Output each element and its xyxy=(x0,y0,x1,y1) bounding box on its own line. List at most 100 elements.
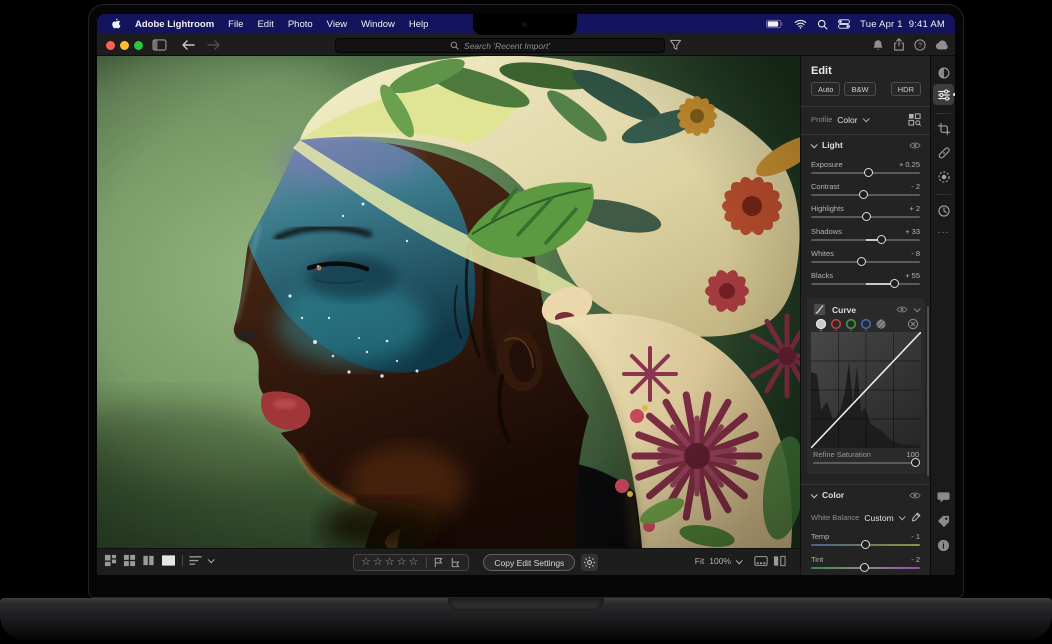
square-grid-view-icon[interactable] xyxy=(123,554,136,567)
slider-knob[interactable] xyxy=(857,257,866,266)
camera-dot xyxy=(522,22,527,27)
menu-help[interactable]: Help xyxy=(409,19,429,30)
auto-button[interactable]: Auto xyxy=(811,82,840,96)
crop-tool-button[interactable] xyxy=(935,120,952,137)
curve-grid[interactable] xyxy=(811,332,921,448)
menu-edit[interactable]: Edit xyxy=(257,19,273,30)
reject-flag-icon[interactable] xyxy=(450,557,461,568)
profile-value[interactable]: Color xyxy=(837,115,857,125)
profile-chevron-icon[interactable] xyxy=(862,115,869,122)
slider-knob[interactable] xyxy=(861,540,870,549)
minimize-button[interactable] xyxy=(120,41,129,50)
filmstrip-toggle-icon[interactable] xyxy=(754,555,768,567)
slider-knob[interactable] xyxy=(864,168,873,177)
masking-tool-button[interactable] xyxy=(935,168,952,185)
sidebar-toggle-icon[interactable] xyxy=(152,39,167,51)
star-rating[interactable]: ☆☆☆☆☆ xyxy=(361,557,420,568)
slider-track[interactable] xyxy=(811,261,920,263)
help-icon[interactable]: ? xyxy=(914,39,926,51)
back-arrow-icon[interactable] xyxy=(181,39,195,51)
healing-tool-button[interactable] xyxy=(935,144,952,161)
menu-date[interactable]: Tue Apr 1 xyxy=(860,19,903,30)
sort-icon[interactable] xyxy=(189,555,202,566)
light-section-header[interactable]: Light xyxy=(811,140,921,150)
comments-button[interactable] xyxy=(935,489,952,506)
exposure-slider: Exposure + 0.25 xyxy=(811,160,920,182)
menu-file[interactable]: File xyxy=(228,19,243,30)
slider-track[interactable] xyxy=(811,216,920,218)
apple-menu[interactable] xyxy=(110,18,121,31)
slider-track[interactable] xyxy=(811,239,920,241)
copy-edit-settings-button[interactable]: Copy Edit Settings xyxy=(483,554,575,571)
slider-track[interactable] xyxy=(811,172,920,174)
curve-visibility-eye-icon[interactable] xyxy=(896,305,908,314)
menu-window[interactable]: Window xyxy=(361,19,395,30)
color-visibility-eye-icon[interactable] xyxy=(909,491,921,500)
control-center-icon[interactable] xyxy=(838,19,850,29)
slider-knob[interactable] xyxy=(877,235,886,244)
more-tools-button[interactable]: ··· xyxy=(935,224,952,241)
light-section-title: Light xyxy=(822,140,843,150)
curve-collapse-chevron-icon[interactable] xyxy=(914,305,921,312)
info-button[interactable]: i xyxy=(935,537,952,554)
menu-app-name[interactable]: Adobe Lightroom xyxy=(135,19,214,30)
filter-icon[interactable] xyxy=(669,39,682,51)
curve-channel-selector[interactable] xyxy=(813,318,919,331)
menu-photo[interactable]: Photo xyxy=(288,19,313,30)
menu-time[interactable]: 9:41 AM xyxy=(909,19,945,30)
slider-track[interactable] xyxy=(811,567,920,569)
presets-button[interactable] xyxy=(935,64,952,81)
settings-gear-button[interactable] xyxy=(581,554,598,571)
profile-label: Profile xyxy=(811,115,832,124)
white-balance-chevron-icon[interactable] xyxy=(898,513,905,520)
slider-knob[interactable] xyxy=(862,212,871,221)
laptop-base xyxy=(0,598,1052,640)
photo-grid-view-icon[interactable] xyxy=(104,554,117,567)
hdr-button[interactable]: HDR xyxy=(891,82,921,96)
versions-history-button[interactable] xyxy=(935,202,952,219)
slider-knob[interactable] xyxy=(859,190,868,199)
zoom-button[interactable] xyxy=(134,41,143,50)
white-balance-eyedropper-icon[interactable] xyxy=(910,512,921,523)
battery-icon[interactable] xyxy=(766,19,784,29)
zoom-chevron-icon[interactable] xyxy=(736,557,743,564)
close-button[interactable] xyxy=(106,41,115,50)
panel-scrollbar[interactable] xyxy=(927,306,929,476)
whites-slider: Whites - 8 xyxy=(811,249,920,271)
slider-track[interactable] xyxy=(813,462,919,464)
white-balance-value[interactable]: Custom xyxy=(864,513,893,523)
color-section-header[interactable]: Color xyxy=(811,490,921,500)
edit-tool-button[interactable] xyxy=(933,84,954,105)
search-input[interactable]: Search 'Recent Import' xyxy=(335,38,665,53)
menu-view[interactable]: View xyxy=(327,19,347,30)
slider-knob[interactable] xyxy=(860,563,869,572)
spotlight-search-icon[interactable] xyxy=(817,19,828,30)
sort-chevron-icon[interactable] xyxy=(208,556,215,563)
forward-arrow-icon[interactable] xyxy=(207,39,221,51)
profile-browser-icon[interactable] xyxy=(908,113,921,126)
slider-track[interactable] xyxy=(811,544,920,546)
curve-reset-icon xyxy=(908,319,917,328)
detail-view-icon[interactable] xyxy=(161,554,176,567)
photo-canvas[interactable] xyxy=(97,56,800,548)
curve-panel: Curve xyxy=(807,298,925,474)
keywords-tag-button[interactable] xyxy=(935,513,952,530)
pick-flag-icon[interactable] xyxy=(433,557,444,568)
tool-rail: ··· i xyxy=(930,56,955,575)
shadows-slider: Shadows + 33 xyxy=(811,227,920,249)
bw-button[interactable]: B&W xyxy=(844,82,875,96)
slider-track[interactable] xyxy=(811,194,920,196)
notifications-bell-icon[interactable] xyxy=(872,39,884,51)
share-icon[interactable] xyxy=(893,38,905,51)
zoom-fit-label[interactable]: Fit xyxy=(695,556,704,566)
wifi-icon[interactable] xyxy=(794,19,807,29)
before-after-icon[interactable] xyxy=(773,555,786,567)
slider-knob[interactable] xyxy=(911,458,920,467)
slider-track[interactable] xyxy=(811,283,920,285)
light-visibility-eye-icon[interactable] xyxy=(909,141,921,150)
compare-view-icon[interactable] xyxy=(142,554,155,567)
zoom-level[interactable]: 100% xyxy=(709,556,731,566)
slider-knob[interactable] xyxy=(890,279,899,288)
cloud-sync-icon[interactable] xyxy=(935,40,949,50)
tone-curve-icon xyxy=(813,303,826,316)
